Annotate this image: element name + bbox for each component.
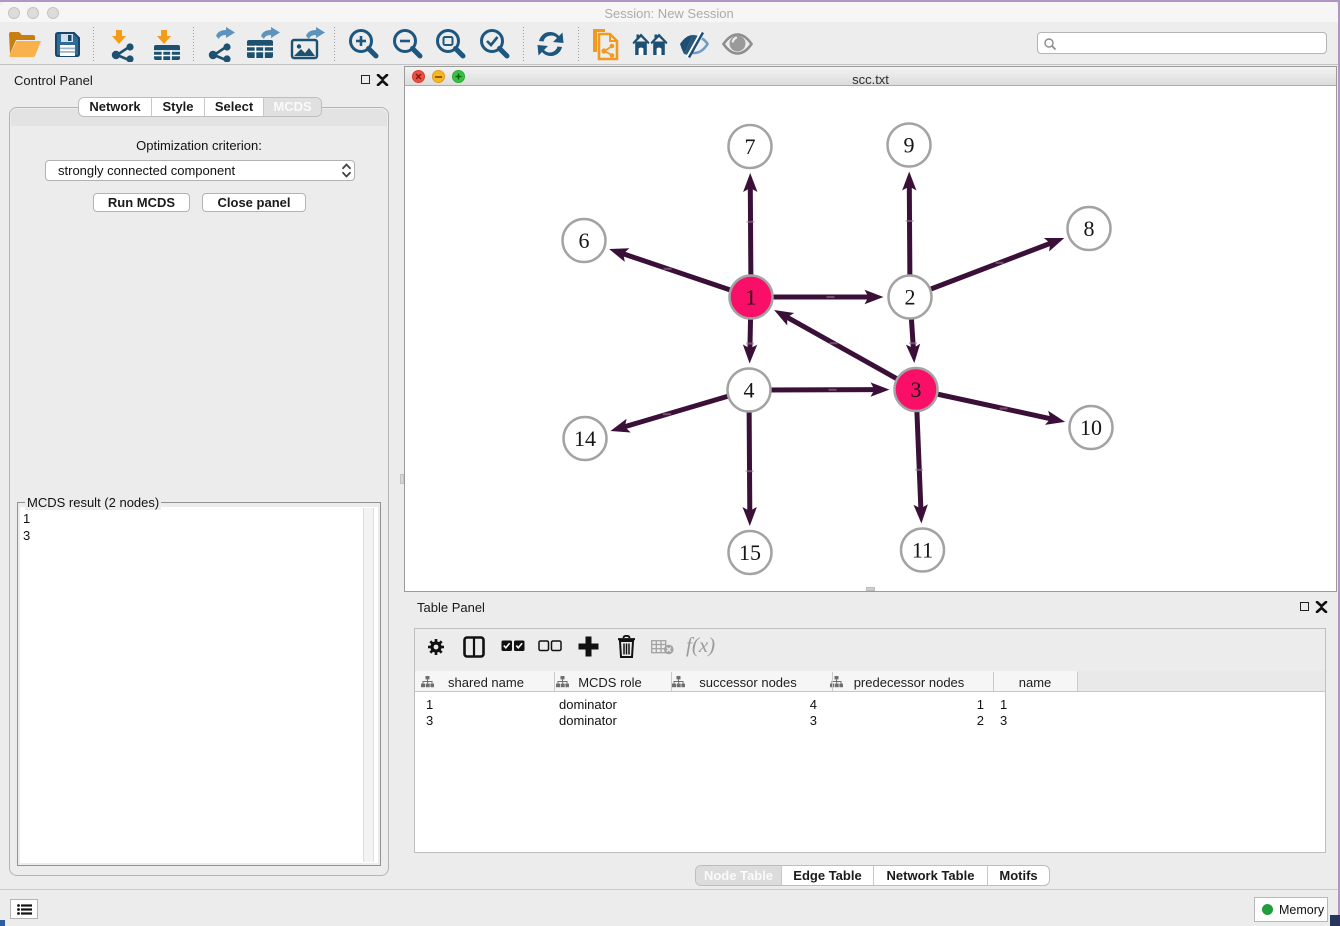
svg-text:4: 4	[744, 378, 755, 403]
svg-text:10: 10	[1080, 415, 1102, 440]
svg-text:7: 7	[745, 134, 756, 159]
svg-text:3: 3	[911, 377, 922, 402]
svg-text:14: 14	[574, 426, 596, 451]
svg-text:1: 1	[746, 285, 757, 310]
svg-text:9: 9	[904, 133, 915, 158]
svg-text:11: 11	[912, 538, 933, 563]
svg-text:8: 8	[1084, 216, 1095, 241]
svg-text:6: 6	[579, 228, 590, 253]
svg-text:15: 15	[739, 540, 761, 565]
svg-text:2: 2	[905, 285, 916, 310]
